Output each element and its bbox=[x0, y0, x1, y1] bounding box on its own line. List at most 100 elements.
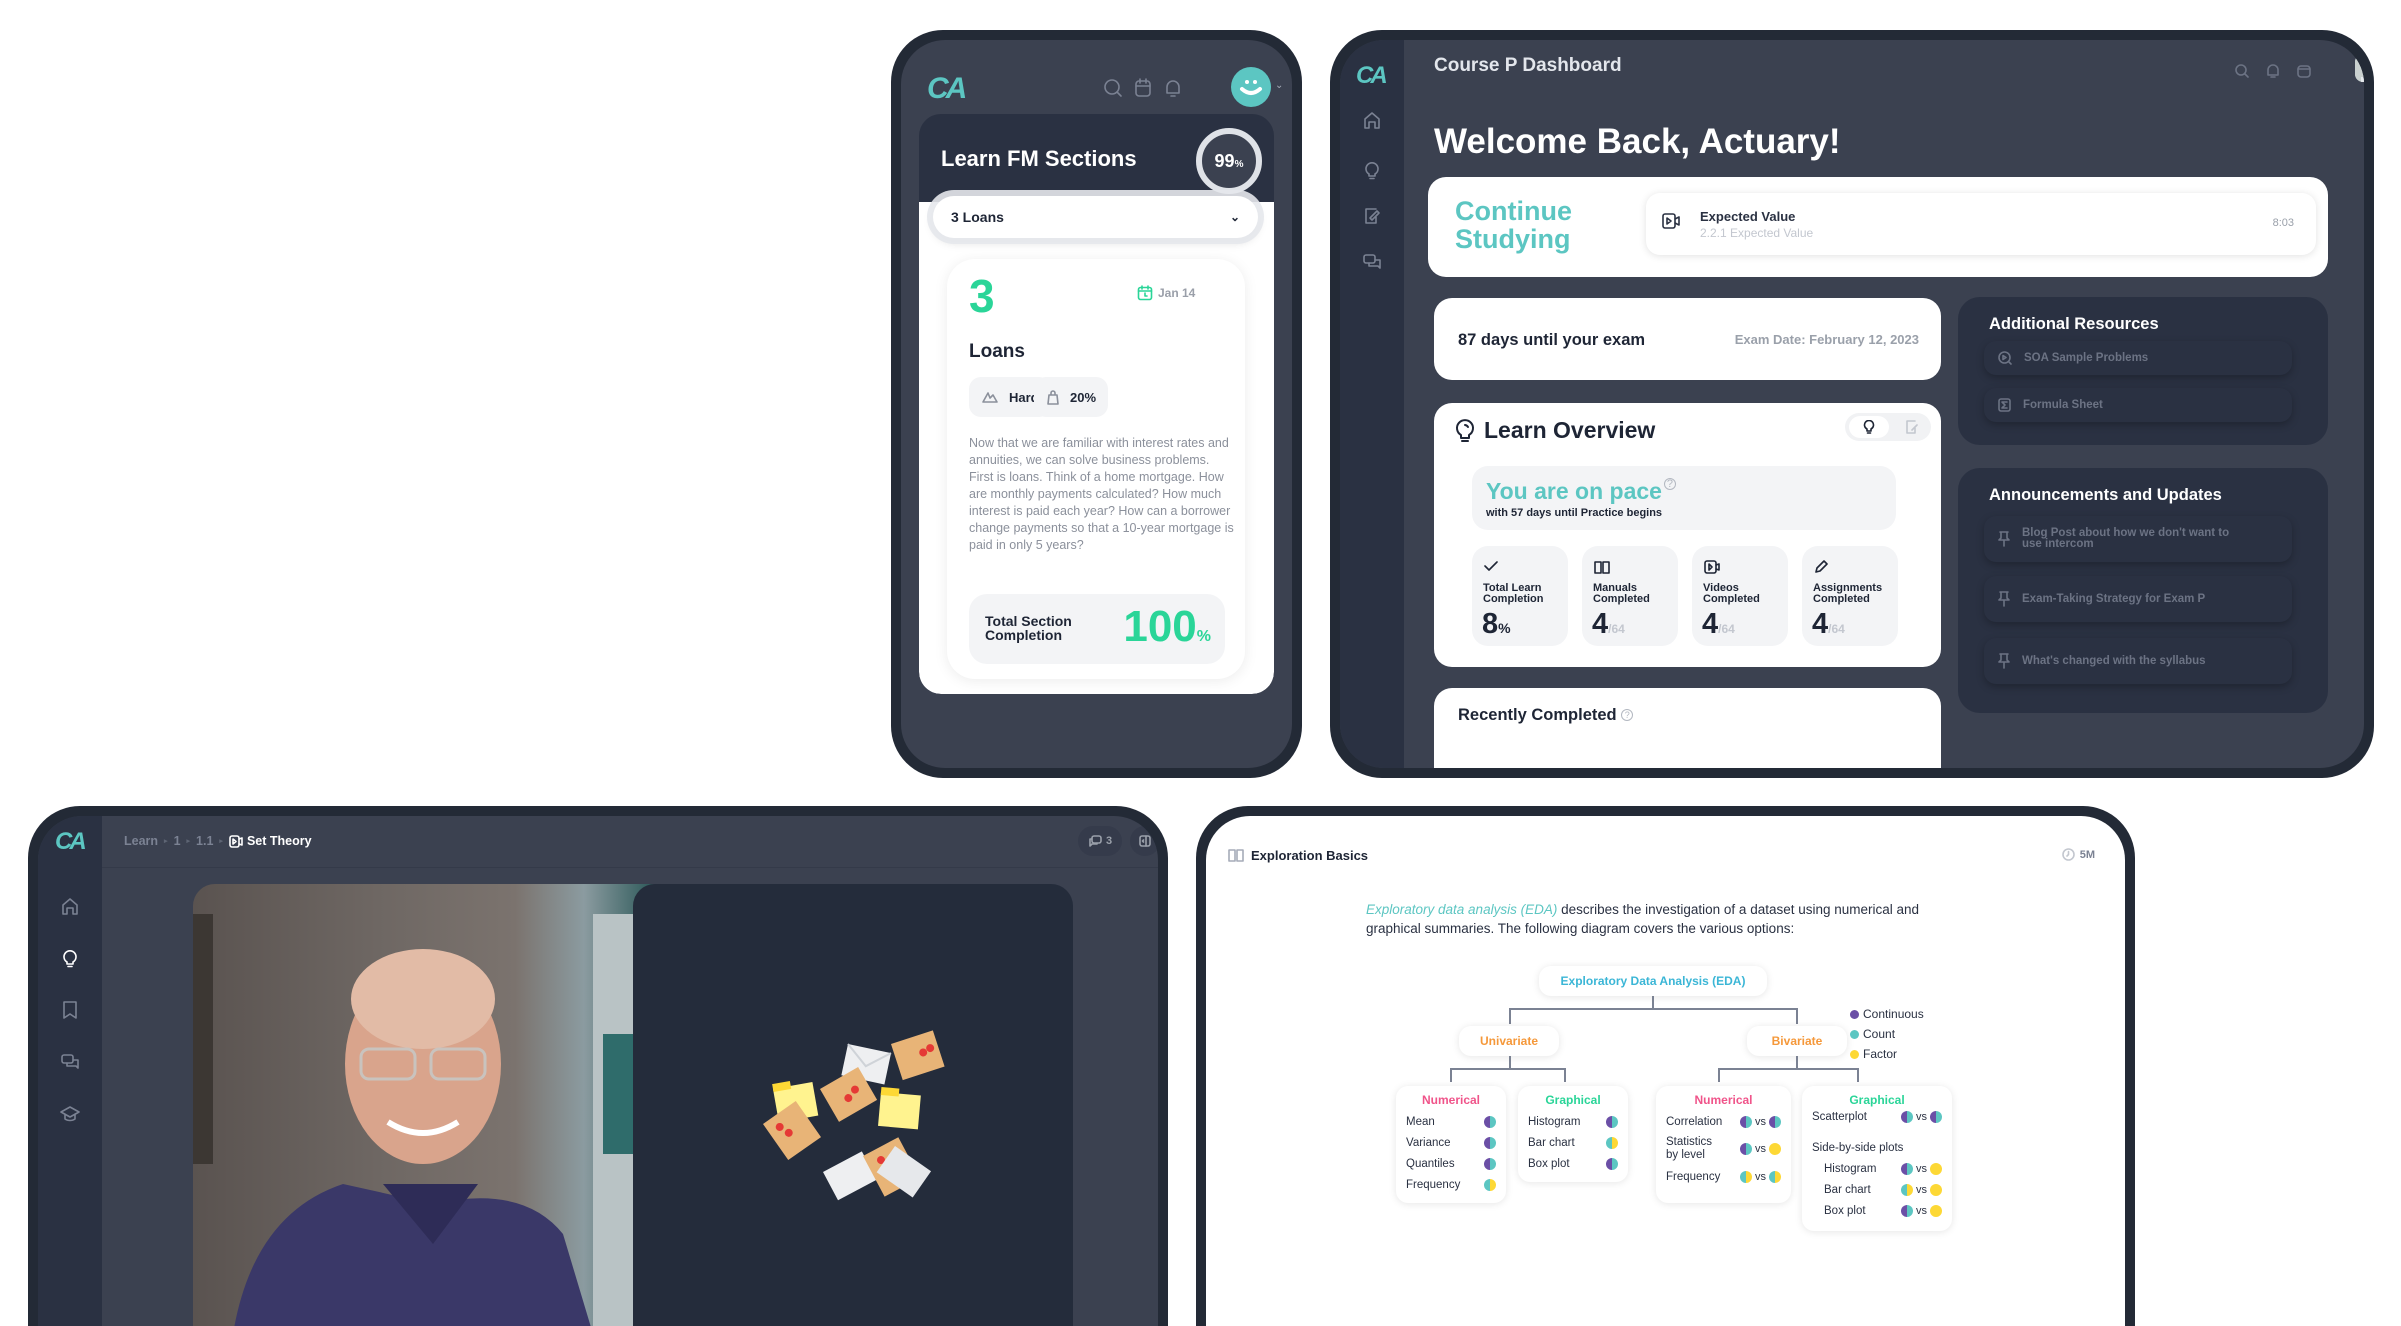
avatar[interactable] bbox=[2355, 54, 2364, 82]
announcements-card: Announcements and Updates Blog Post abou… bbox=[1958, 468, 2328, 713]
search-icon[interactable] bbox=[1103, 78, 1123, 98]
welcome-heading: Welcome Back, Actuary! bbox=[1434, 122, 1841, 161]
instructor-video[interactable] bbox=[193, 884, 653, 1326]
lightbulb-icon bbox=[1454, 419, 1476, 443]
calendar-icon[interactable] bbox=[1134, 78, 1152, 98]
breadcrumb-chapter[interactable]: 1 bbox=[174, 834, 181, 848]
list-item: Frequency bbox=[1396, 1174, 1506, 1195]
video-icon bbox=[229, 834, 243, 848]
stat-total-learn: Total Learn Completion 8% bbox=[1472, 546, 1568, 646]
logo[interactable]: CA bbox=[1356, 62, 1388, 90]
search-icon[interactable] bbox=[2235, 64, 2249, 78]
continue-studying-label: Continue Studying bbox=[1455, 196, 1572, 254]
page-title: Course P Dashboard bbox=[1434, 55, 1622, 76]
list-item: Statistics by level vs bbox=[1656, 1132, 1791, 1166]
legend: Continuous Count Factor bbox=[1850, 1004, 1924, 1064]
home-icon[interactable] bbox=[1362, 110, 1382, 130]
node-bivariate: Bivariate bbox=[1747, 1026, 1847, 1056]
instructor-portrait bbox=[193, 914, 653, 1326]
list-item: Correlation vs bbox=[1656, 1111, 1791, 1132]
mobile-screen: CA ⌄ Learn FM Sections 99% 3 Loans ⌄ 3 J… bbox=[901, 40, 1292, 768]
dashboard-screen: CA Course P Dashboard ⌄ Welcome Back, Ac… bbox=[1340, 40, 2364, 768]
chevron-down-icon[interactable]: ⌄ bbox=[1275, 80, 1283, 91]
announcement-item[interactable]: Exam-Taking Strategy for Exam P bbox=[1984, 576, 2292, 622]
chat-icon[interactable] bbox=[60, 1052, 80, 1072]
toggle-practice[interactable] bbox=[1897, 416, 1927, 438]
sidebar: CA bbox=[38, 816, 102, 1326]
list-item: Bar chart bbox=[1518, 1132, 1628, 1153]
stat-manuals: Manuals Completed 4/64 bbox=[1582, 546, 1678, 646]
pin-icon bbox=[1998, 591, 2010, 607]
reading-screen: Exploration Basics 5M Exploratory data a… bbox=[1206, 816, 2125, 1326]
breadcrumb-section[interactable]: 1.1 bbox=[196, 834, 213, 848]
bell-icon[interactable] bbox=[1164, 78, 1182, 98]
lightbulb-icon[interactable] bbox=[1362, 160, 1382, 180]
node-univariate: Univariate bbox=[1459, 1026, 1559, 1056]
logo[interactable]: CA bbox=[927, 72, 967, 106]
section-name: Loans bbox=[969, 341, 1025, 362]
legend-dot-continuous bbox=[1850, 1010, 1859, 1019]
files-envelopes-illustration bbox=[763, 1030, 945, 1201]
breadcrumb-learn[interactable]: Learn bbox=[124, 834, 158, 848]
view-toggle[interactable] bbox=[1845, 413, 1931, 441]
chevron-right-icon: ▸ bbox=[186, 838, 191, 845]
list-item: Histogram vs bbox=[1802, 1158, 1952, 1179]
reading-header: Exploration Basics bbox=[1228, 848, 1368, 863]
eda-reading-screen: Exploration Basics 5M Exploratory data a… bbox=[1196, 806, 2135, 1326]
type-dot bbox=[1484, 1136, 1496, 1149]
weight-chip: 20% bbox=[1034, 377, 1109, 417]
section-card[interactable]: 3 Jan 14 Loans Hard 20% Now that we are … bbox=[947, 259, 1245, 679]
announcement-item[interactable]: Blog Post about how we don't want to use… bbox=[1984, 516, 2292, 562]
logo[interactable]: CA bbox=[55, 828, 87, 856]
weight-icon bbox=[1046, 389, 1060, 405]
bookmark-icon[interactable] bbox=[60, 1000, 80, 1020]
type-dot bbox=[1606, 1136, 1618, 1149]
graduation-cap-icon[interactable] bbox=[60, 1104, 80, 1124]
list-item: Variance bbox=[1396, 1132, 1506, 1153]
section-number: 3 bbox=[969, 270, 995, 322]
lightbulb-icon[interactable] bbox=[60, 948, 80, 968]
help-icon[interactable]: ? bbox=[1663, 478, 1676, 490]
chat-icon[interactable] bbox=[1362, 252, 1382, 272]
calendar-icon[interactable] bbox=[2297, 64, 2311, 78]
sigma-icon bbox=[1998, 398, 2011, 412]
panel-title: Learn FM Sections bbox=[941, 146, 1137, 171]
book-icon bbox=[1594, 560, 1610, 574]
box-bivariate-graphical: Graphical Scatterplot vs Side-by-side plo… bbox=[1802, 1086, 1952, 1231]
section-description: Now that we are familiar with interest r… bbox=[969, 436, 1234, 552]
stat-videos: Videos Completed 4/64 bbox=[1692, 546, 1788, 646]
pin-icon bbox=[1998, 653, 2010, 669]
mobile-learn-sections-screen: CA ⌄ Learn FM Sections 99% 3 Loans ⌄ 3 J… bbox=[891, 30, 1302, 778]
home-icon[interactable] bbox=[60, 896, 80, 916]
bell-icon[interactable] bbox=[2266, 64, 2280, 78]
help-icon[interactable]: ? bbox=[1621, 709, 1634, 721]
toggle-panel-button[interactable] bbox=[1130, 826, 1158, 856]
box-univariate-numerical: Numerical Mean Variance Quantiles Freque… bbox=[1396, 1086, 1506, 1203]
chevron-down-icon: ⌄ bbox=[1229, 210, 1240, 224]
exam-date: Exam Date: February 12, 2023 bbox=[1734, 332, 1919, 347]
eda-term: Exploratory data analysis (EDA) bbox=[1366, 902, 1558, 917]
additional-resources-card: Additional Resources SOA Sample Problems… bbox=[1958, 297, 2328, 445]
toggle-learn[interactable] bbox=[1849, 416, 1889, 438]
section-select[interactable]: 3 Loans ⌄ bbox=[933, 196, 1258, 238]
resource-soa-sample-problems[interactable]: SOA Sample Problems bbox=[1984, 341, 2292, 375]
legend-dot-count bbox=[1850, 1030, 1859, 1039]
exam-countdown-card: 87 days until your exam Exam Date: Febru… bbox=[1434, 298, 1941, 380]
chevron-right-icon: ▸ bbox=[219, 838, 223, 845]
node-eda-root: Exploratory Data Analysis (EDA) bbox=[1539, 966, 1767, 996]
announcement-item[interactable]: What's changed with the syllabus bbox=[1984, 638, 2292, 684]
list-item: Box plot vs bbox=[1802, 1200, 1952, 1221]
calendar-icon bbox=[1137, 285, 1153, 301]
section-date: Jan 14 bbox=[1137, 285, 1195, 301]
comments-button[interactable]: 3 bbox=[1078, 826, 1122, 856]
resource-formula-sheet[interactable]: Formula Sheet bbox=[1984, 388, 2292, 422]
book-icon bbox=[1228, 849, 1244, 862]
list-item: Bar chart vs bbox=[1802, 1179, 1952, 1200]
continue-item[interactable]: Expected Value 2.2.1 Expected Value 8:03 bbox=[1646, 193, 2316, 255]
type-dot bbox=[1484, 1115, 1496, 1128]
list-item: Frequency vs bbox=[1656, 1166, 1791, 1187]
reading-time: 5M bbox=[2061, 848, 2095, 861]
assignment-icon[interactable] bbox=[1362, 206, 1382, 226]
avatar[interactable] bbox=[1231, 67, 1271, 107]
progress-ring: 99% bbox=[1196, 128, 1262, 194]
